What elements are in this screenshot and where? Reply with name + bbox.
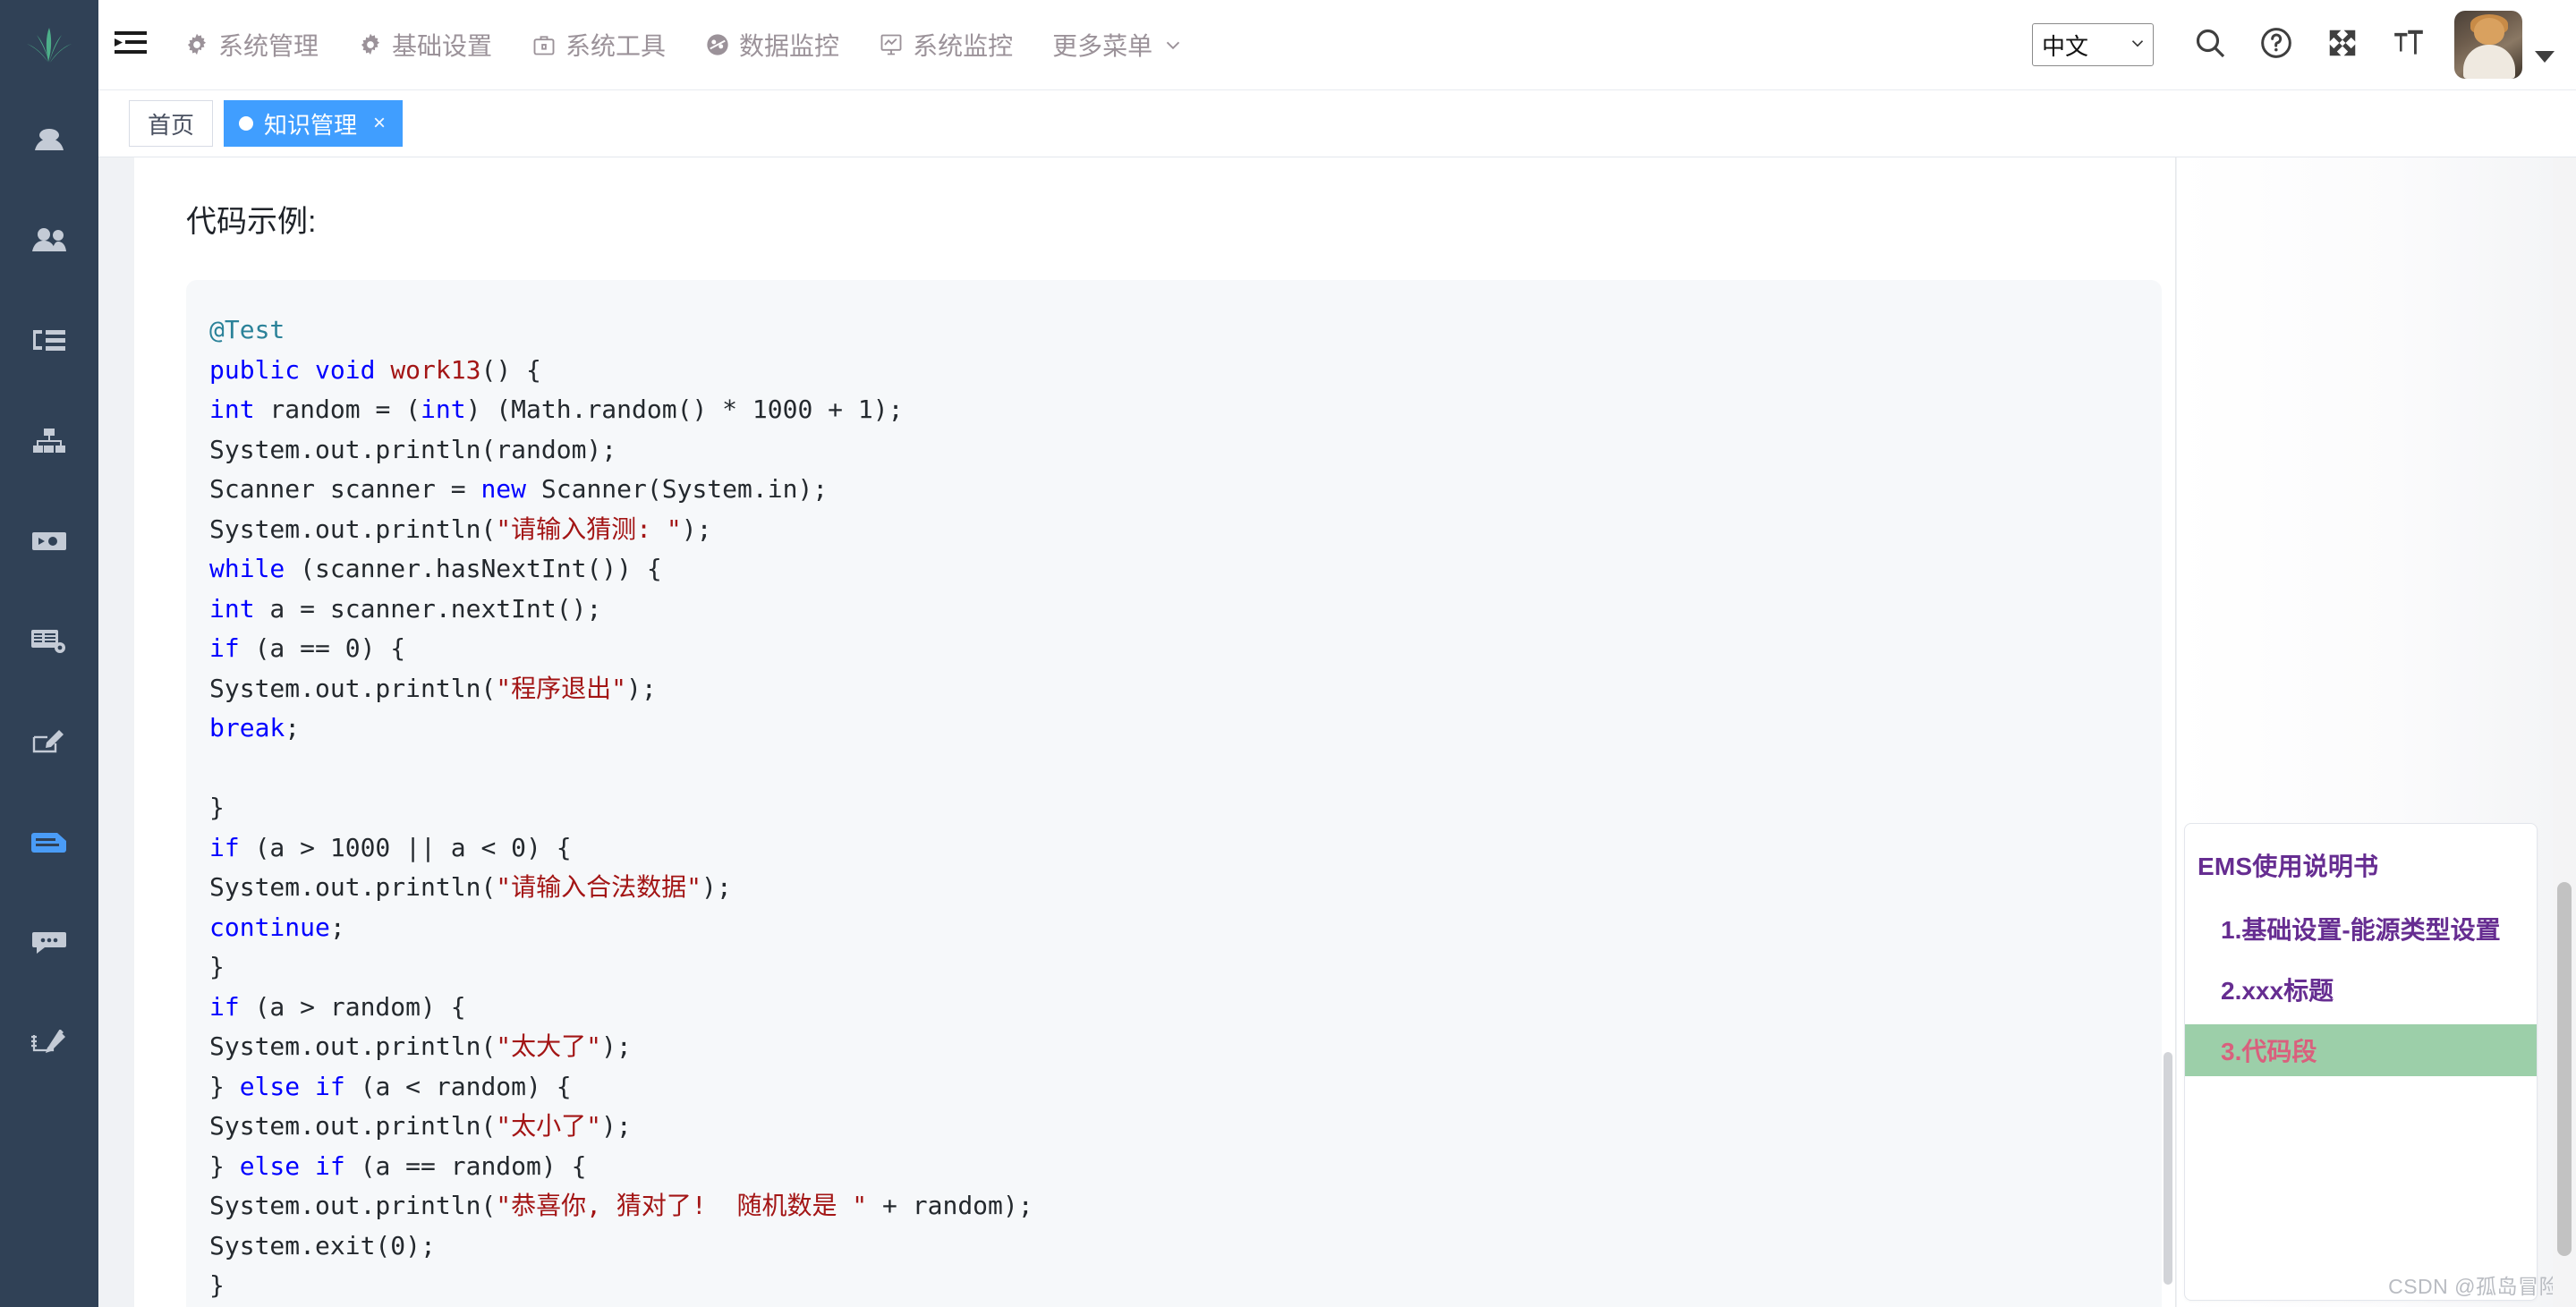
- user-icon: [31, 127, 67, 154]
- ticket-icon: [31, 530, 67, 553]
- help-button[interactable]: [2243, 12, 2309, 78]
- tab-home[interactable]: 首页: [129, 100, 214, 147]
- sidebar-item-report-settings[interactable]: [0, 591, 98, 692]
- font-size-icon: [2392, 26, 2426, 64]
- page-title: 代码示例:: [186, 205, 317, 239]
- menu-item-label: 系统管理: [218, 32, 319, 60]
- menu-item-system-management[interactable]: 系统管理: [165, 0, 338, 90]
- toc-title: EMS使用说明书: [2198, 853, 2379, 880]
- list-tree-icon: [31, 328, 67, 353]
- sidebar-item-document[interactable]: [0, 792, 98, 892]
- top-menu: 系统管理 基础设置 系统工具 数据监控 系统监控 更多菜单: [165, 0, 1204, 90]
- sidebar-item-edit-note[interactable]: [0, 692, 98, 792]
- document-active-icon: [30, 830, 68, 853]
- users-group-icon: [30, 227, 68, 254]
- main-panel-scrollbar-thumb[interactable]: [2164, 1052, 2172, 1285]
- sidebar-item-ticket[interactable]: [0, 491, 98, 591]
- menu-item-system-monitor[interactable]: 系统监控: [859, 0, 1033, 90]
- org-chart-icon: [31, 428, 67, 454]
- chevron-down-icon: [2128, 31, 2147, 59]
- menu-item-label: 数据监控: [739, 32, 840, 60]
- comment-bubble-icon: [31, 929, 67, 955]
- sidebar-item-org-chart[interactable]: [0, 391, 98, 491]
- signature-edit-icon: [30, 1030, 68, 1055]
- hamburger-menu-button[interactable]: [98, 0, 165, 90]
- menu-indent-icon: [115, 30, 149, 61]
- sidebar-item-users-group[interactable]: [0, 191, 98, 291]
- left-sidebar-rail: [0, 0, 98, 1307]
- toc-item-3[interactable]: 3.代码段: [2185, 1024, 2537, 1076]
- caret-down-icon: [2535, 50, 2555, 63]
- report-settings-icon: [30, 628, 68, 655]
- page-scrollbar[interactable]: [2553, 157, 2576, 1307]
- fullscreen-expand-icon: [2325, 26, 2359, 64]
- menu-item-label: 基础设置: [392, 32, 493, 60]
- header-actions: 中文: [2032, 0, 2576, 90]
- question-circle-icon: [2258, 25, 2294, 65]
- menu-item-system-tools[interactable]: 系统工具: [512, 0, 685, 90]
- tab-knowledge-management[interactable]: 知识管理 ×: [224, 100, 404, 147]
- user-avatar-menu[interactable]: [2454, 11, 2555, 79]
- dashboard-gauge-icon: [705, 32, 730, 57]
- sidebar-item-user[interactable]: [0, 90, 98, 191]
- main-content-panel: 代码示例: @Test public void work13() { int r…: [134, 157, 2176, 1307]
- language-select-value: 中文: [2042, 32, 2089, 60]
- code-block: @Test public void work13() { int random …: [186, 280, 2162, 1307]
- sidebar-item-signature-edit[interactable]: [0, 992, 98, 1092]
- gear-icon: [358, 32, 383, 57]
- tab-label: 首页: [148, 111, 195, 139]
- sidebar-item-list-tree[interactable]: [0, 291, 98, 391]
- close-icon[interactable]: ×: [373, 111, 386, 136]
- watermark: CSDN @孤岛冒险: [2388, 1275, 2560, 1298]
- fullscreen-button[interactable]: [2309, 12, 2376, 78]
- menu-item-data-monitor[interactable]: 数据监控: [685, 0, 859, 90]
- top-header-bar: 系统管理 基础设置 系统工具 数据监控 系统监控 更多菜单 中文: [98, 0, 2576, 90]
- search-icon: [2192, 25, 2228, 65]
- font-size-button[interactable]: [2376, 12, 2442, 78]
- tab-bar: 首页 知识管理 ×: [98, 90, 2576, 157]
- sidebar-item-comment[interactable]: [0, 892, 98, 992]
- tab-active-dot-icon: [239, 116, 254, 131]
- app-logo[interactable]: [0, 0, 98, 90]
- menu-item-label: 更多菜单: [1052, 32, 1153, 60]
- chevron-down-icon: [1161, 33, 1185, 56]
- toc-item-2[interactable]: 2.xxx标题: [2185, 963, 2537, 1015]
- menu-item-more-menu[interactable]: 更多菜单: [1033, 0, 1204, 90]
- monitor-chart-icon: [879, 32, 904, 57]
- avatar: [2454, 11, 2522, 79]
- menu-item-label: 系统监控: [913, 32, 1014, 60]
- gear-icon: [184, 32, 209, 57]
- toc-item-1[interactable]: 1.基础设置-能源类型设置: [2185, 903, 2537, 955]
- right-side-panel: EMS使用说明书 1.基础设置-能源类型设置 2.xxx标题 3.代码段 CSD…: [2177, 157, 2576, 1307]
- tab-label: 知识管理: [264, 111, 358, 139]
- code-content: @Test public void work13() { int random …: [209, 315, 1033, 1300]
- table-of-contents-card: EMS使用说明书 1.基础设置-能源类型设置 2.xxx标题 3.代码段: [2184, 823, 2538, 1301]
- page-scrollbar-thumb[interactable]: [2557, 882, 2572, 1256]
- menu-item-basic-settings[interactable]: 基础设置: [338, 0, 512, 90]
- search-button[interactable]: [2177, 12, 2243, 78]
- language-select[interactable]: 中文: [2032, 23, 2154, 66]
- edit-note-icon: [31, 729, 67, 754]
- page-body: 代码示例: @Test public void work13() { int r…: [98, 157, 2576, 1307]
- toolbox-icon: [531, 32, 557, 57]
- menu-item-label: 系统工具: [565, 32, 667, 60]
